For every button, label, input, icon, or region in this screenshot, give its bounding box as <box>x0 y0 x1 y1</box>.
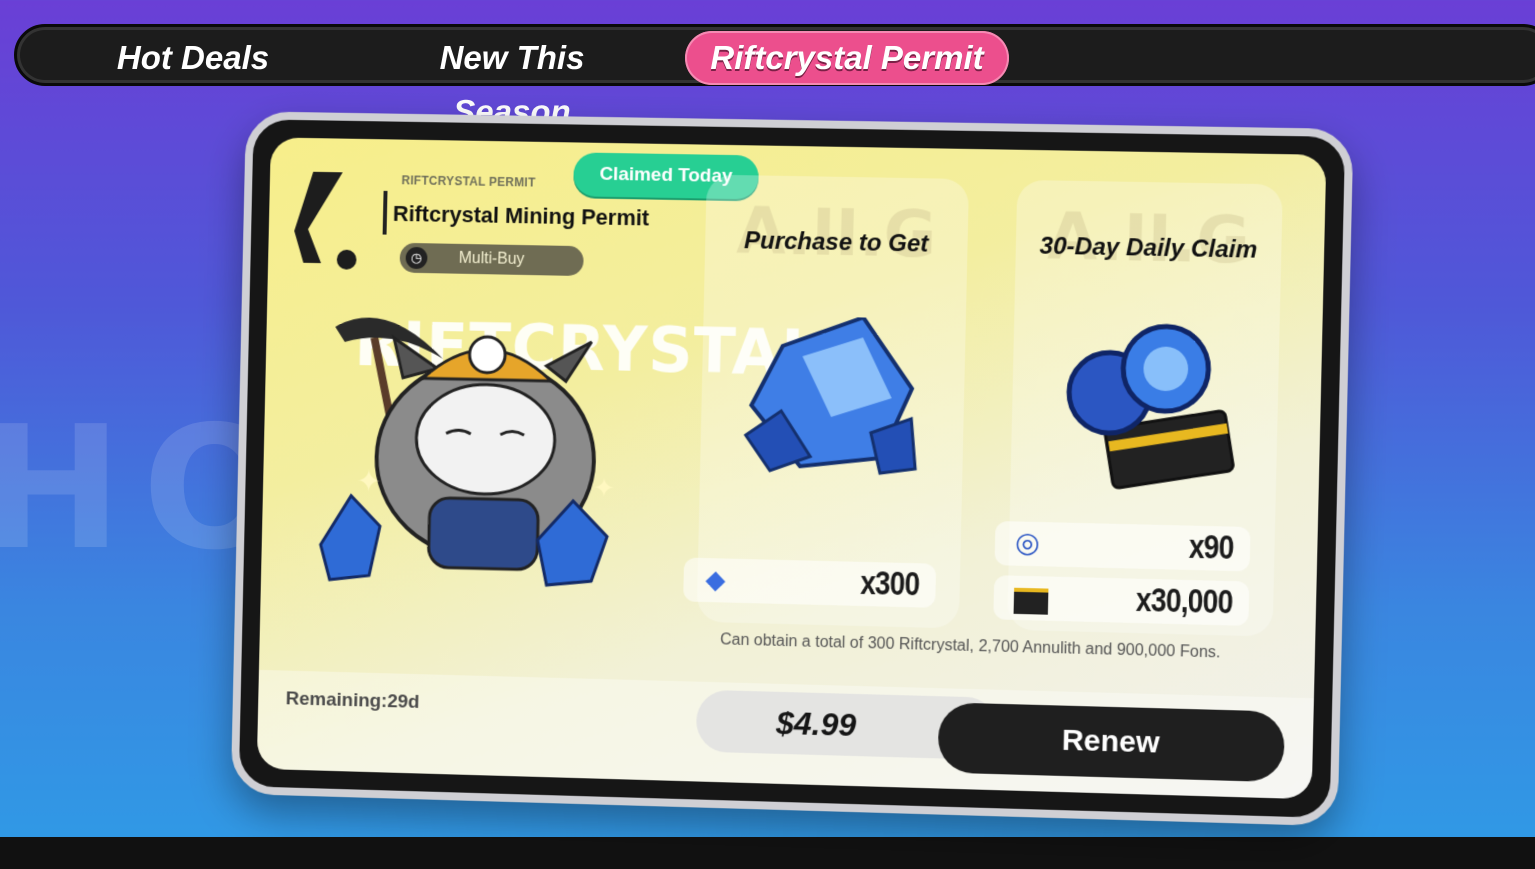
daily-card-title: 30-Day Daily Claim <box>1039 232 1258 264</box>
purchase-card: A.II.G Purchase to Get ◆ x300 <box>683 174 970 629</box>
tablet-frame: RIFTCRYSTAL PERMIT Riftcrystal Mining Pe… <box>230 111 1354 827</box>
annulith-bundle-icon <box>1047 321 1243 496</box>
title-divider <box>382 190 388 235</box>
reward-qty: x300 <box>860 563 921 604</box>
tab-riftcrystal-permit[interactable]: Riftcrystal Permit <box>685 31 1009 85</box>
purchase-card-title: Purchase to Get <box>743 227 929 258</box>
permit-logo-icon <box>293 171 357 270</box>
svg-text:✦: ✦ <box>356 465 381 498</box>
reward-row-riftcrystal: ◆ x300 <box>683 557 937 608</box>
tab-hot-deals[interactable]: Hot Deals <box>93 31 293 85</box>
bottom-strip <box>0 837 1535 869</box>
fons-ticket-icon <box>1013 587 1049 615</box>
riftcrystal-large-icon <box>740 315 924 479</box>
mascot-illustration: RIFTCRYSTAL ✦ ✦ <box>310 297 822 603</box>
tab-new-this-season[interactable]: New This Season <box>377 31 647 130</box>
permit-panel: RIFTCRYSTAL PERMIT Riftcrystal Mining Pe… <box>256 137 1327 800</box>
multi-buy-label: Multi-Buy <box>458 249 525 268</box>
permit-description: Can obtain a total of 300 Riftcrystal, 2… <box>719 631 1221 662</box>
multi-buy-tag: ◷ Multi-Buy <box>399 242 584 277</box>
reward-row-annulith: ◎ x90 <box>994 520 1251 572</box>
reward-qty: x90 <box>1188 527 1235 567</box>
permit-pre-title: RIFTCRYSTAL PERMIT <box>401 173 536 190</box>
tab-bar: Hot Deals New This Season Riftcrystal Pe… <box>14 24 1535 130</box>
clock-icon: ◷ <box>405 246 428 270</box>
price-value: $4.99 <box>775 704 857 744</box>
renew-button[interactable]: Renew <box>937 702 1286 783</box>
daily-claim-card: A.II.G 30-Day Daily Claim ◎ x90 x30,000 <box>993 179 1283 637</box>
reward-qty: x30,000 <box>1135 580 1234 622</box>
riftcrystal-icon: ◆ <box>705 564 726 595</box>
reward-row-fons: x30,000 <box>993 575 1250 626</box>
annulith-icon: ◎ <box>1014 526 1041 559</box>
permit-title: Riftcrystal Mining Permit <box>392 200 650 231</box>
svg-text:✦: ✦ <box>593 474 615 503</box>
remaining-days: Remaining:29d <box>285 688 420 713</box>
